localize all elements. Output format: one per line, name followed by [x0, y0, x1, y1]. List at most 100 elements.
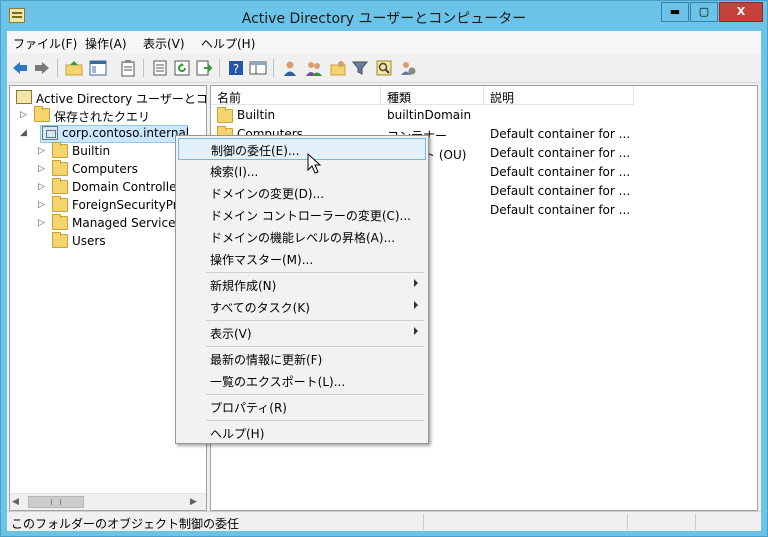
- folder-icon: [52, 232, 68, 248]
- menu-action[interactable]: 操作(A): [85, 35, 127, 52]
- scroll-grip-icon: [51, 499, 61, 505]
- ctx-find[interactable]: 検索(I)...: [178, 160, 426, 182]
- list-row[interactable]: Builtin builtinDomain: [211, 106, 757, 125]
- submenu-arrow-icon: [414, 279, 418, 287]
- menu-item-label: 操作マスター(M)...: [210, 253, 314, 267]
- menu-view[interactable]: 表示(V): [143, 35, 185, 52]
- menu-item-label: 制御の委任(E)...: [211, 144, 300, 158]
- expand-arrow-icon[interactable]: ▷: [38, 165, 46, 174]
- collapse-arrow-icon[interactable]: ◢: [20, 129, 28, 138]
- expand-arrow-icon[interactable]: ▷: [38, 183, 46, 192]
- export-list-icon[interactable]: [195, 59, 213, 77]
- new-user-icon[interactable]: [281, 59, 299, 77]
- expand-arrow-icon[interactable]: ▷: [38, 201, 46, 210]
- maximize-button[interactable]: ▢: [690, 2, 718, 22]
- expand-arrow-icon[interactable]: ▷: [38, 147, 46, 156]
- details-view-icon[interactable]: [249, 59, 267, 77]
- ctx-all-tasks[interactable]: すべてのタスク(K): [178, 296, 426, 318]
- status-text: このフォルダーのオブジェクト制御の委任: [11, 517, 240, 531]
- tree-item-label: ForeignSecurityPr: [72, 198, 178, 212]
- column-header-type[interactable]: 種類: [381, 86, 484, 105]
- find-icon[interactable]: [375, 59, 393, 77]
- mouse-pointer-icon: [307, 153, 322, 174]
- ctx-properties[interactable]: プロパティ(R): [178, 396, 426, 418]
- properties-icon[interactable]: [151, 59, 169, 77]
- tree-item-label: 保存されたクエリ: [54, 110, 151, 124]
- tree-item-label: corp.contoso.internal: [62, 126, 190, 140]
- tree-horizontal-scrollbar[interactable]: ◀ ▶: [10, 493, 206, 510]
- folder-icon: [52, 196, 68, 212]
- cell-type: builtinDomain: [387, 108, 472, 122]
- menu-separator: [206, 320, 424, 321]
- ctx-refresh[interactable]: 最新の情報に更新(F): [178, 348, 426, 370]
- menu-separator: [206, 394, 424, 395]
- app-window: Active Directory ユーザーとコンピューター ▬ ▢ X ファイル…: [0, 0, 768, 537]
- forward-arrow-icon[interactable]: [33, 59, 51, 77]
- ctx-operations-masters[interactable]: 操作マスター(M)...: [178, 248, 426, 270]
- minimize-button[interactable]: ▬: [661, 2, 689, 22]
- tree-item-label: Domain Controlle: [72, 180, 177, 194]
- menu-item-label: ドメイン コントローラーの変更(C)...: [210, 209, 412, 223]
- expand-arrow-icon[interactable]: ▷: [38, 219, 46, 228]
- tree-item-label: Builtin: [72, 144, 111, 158]
- column-header-name[interactable]: 名前: [211, 86, 381, 105]
- cell-description: Default container for ...: [490, 165, 631, 179]
- menu-help[interactable]: ヘルプ(H): [201, 35, 255, 52]
- console-tree-icon[interactable]: [89, 59, 107, 77]
- new-ou-icon[interactable]: [329, 59, 347, 77]
- ctx-raise-functional-level[interactable]: ドメインの機能レベルの昇格(A)...: [178, 226, 426, 248]
- status-divider: [423, 514, 424, 530]
- submenu-arrow-icon: [414, 327, 418, 335]
- menu-item-label: ドメインの機能レベルの昇格(A)...: [210, 231, 396, 245]
- tree-root[interactable]: Active Directory ユーザーとコンピ: [14, 89, 206, 107]
- menu-item-label: 新規作成(N): [210, 279, 277, 293]
- column-header-description[interactable]: 説明: [484, 86, 634, 105]
- ctx-delegate-control[interactable]: 制御の委任(E)...: [178, 138, 426, 160]
- add-to-group-icon[interactable]: [399, 59, 417, 77]
- refresh-icon[interactable]: [173, 59, 191, 77]
- filter-icon[interactable]: [351, 59, 369, 77]
- menu-separator: [206, 272, 424, 273]
- tree-item-label: Computers: [72, 162, 138, 176]
- svg-text:?: ?: [233, 62, 239, 76]
- ctx-new[interactable]: 新規作成(N): [178, 274, 426, 296]
- ctx-help[interactable]: ヘルプ(H): [178, 422, 426, 444]
- menu-file[interactable]: ファイル(F): [13, 35, 77, 52]
- menu-item-label: すべてのタスク(K): [210, 301, 310, 315]
- menu-item-label: 最新の情報に更新(F): [210, 353, 323, 367]
- new-group-icon[interactable]: [305, 59, 323, 77]
- title-bar[interactable]: Active Directory ユーザーとコンピューター ▬ ▢ X: [1, 1, 767, 31]
- menu-item-label: 検索(I)...: [210, 165, 259, 179]
- window-title: Active Directory ユーザーとコンピューター: [241, 11, 527, 27]
- scroll-left-icon[interactable]: ◀: [12, 497, 19, 507]
- help-icon[interactable]: ?: [227, 59, 245, 77]
- menu-item-label: 一覧のエクスポート(L)...: [210, 375, 346, 389]
- domain-icon: [42, 126, 58, 140]
- ctx-view[interactable]: 表示(V): [178, 322, 426, 344]
- cell-description: Default container for ...: [490, 184, 631, 198]
- menu-separator: [206, 346, 424, 347]
- close-button[interactable]: X: [719, 2, 763, 22]
- tree-item-saved-queries[interactable]: ▷ 保存されたクエリ: [20, 106, 204, 125]
- menu-bar: ファイル(F) 操作(A) 表示(V) ヘルプ(H): [7, 31, 761, 53]
- menu-item-label: 表示(V): [210, 327, 252, 341]
- toolbar-separator: [219, 59, 220, 77]
- folder-icon: [52, 142, 68, 158]
- ctx-change-domain-controller[interactable]: ドメイン コントローラーの変更(C)...: [178, 204, 426, 226]
- expand-arrow-icon[interactable]: ▷: [20, 111, 28, 120]
- status-divider: [627, 514, 628, 530]
- scroll-thumb[interactable]: [28, 496, 84, 508]
- aduc-root-icon: [16, 90, 32, 104]
- back-arrow-icon[interactable]: [11, 59, 29, 77]
- clipboard-icon[interactable]: [119, 59, 137, 77]
- menu-item-label: ドメインの変更(D)...: [210, 187, 325, 201]
- context-menu: 制御の委任(E)... 検索(I)... ドメインの変更(D)... ドメイン …: [175, 135, 429, 444]
- toolbar-separator: [57, 59, 58, 77]
- menu-separator: [206, 420, 424, 421]
- ctx-change-domain[interactable]: ドメインの変更(D)...: [178, 182, 426, 204]
- scroll-right-icon[interactable]: ▶: [190, 497, 197, 507]
- up-folder-icon[interactable]: [65, 59, 83, 77]
- submenu-arrow-icon: [414, 301, 418, 309]
- ctx-export-list[interactable]: 一覧のエクスポート(L)...: [178, 370, 426, 392]
